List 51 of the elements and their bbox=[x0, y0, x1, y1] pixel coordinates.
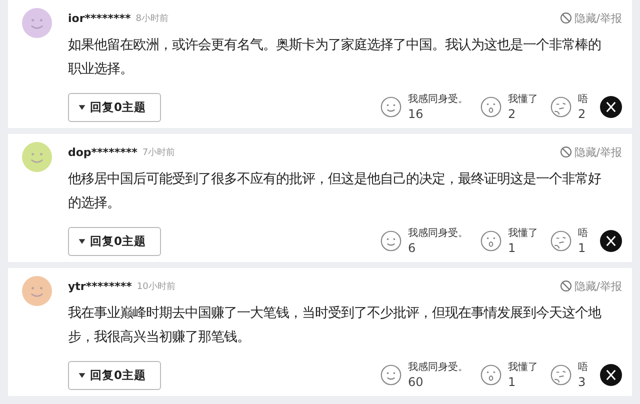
reaction-count: 16 bbox=[408, 107, 424, 122]
timestamp: 8小时前 bbox=[136, 12, 169, 24]
thinking-face-icon[interactable] bbox=[550, 230, 572, 252]
username: ytr******** bbox=[68, 280, 132, 292]
reaction-count: 1 bbox=[508, 375, 517, 390]
smile-face-icon[interactable] bbox=[380, 364, 402, 386]
surprised-face-icon[interactable] bbox=[480, 230, 502, 252]
thinking-face-icon[interactable] bbox=[550, 96, 572, 118]
hide-report-link[interactable]: 隐藏/举报 bbox=[574, 144, 622, 160]
caret-icon bbox=[78, 238, 86, 244]
reaction-count: 1 bbox=[508, 241, 517, 256]
reaction-label: 唔 bbox=[578, 227, 588, 241]
x-share-icon[interactable] bbox=[600, 230, 622, 252]
reaction-label: 我懂了 bbox=[508, 226, 538, 241]
reaction-count: 6 bbox=[408, 241, 417, 256]
x-share-icon[interactable] bbox=[600, 96, 622, 118]
block-icon[interactable] bbox=[560, 12, 572, 24]
reaction-label: 我感同身受。 bbox=[408, 360, 468, 375]
hide-report-link[interactable]: 隐藏/举报 bbox=[574, 278, 622, 294]
timestamp: 7小时前 bbox=[142, 146, 176, 158]
surprised-face-icon[interactable] bbox=[480, 96, 502, 118]
reaction-label: 我懂了 bbox=[508, 360, 538, 375]
surprised-face-icon[interactable] bbox=[480, 364, 502, 386]
x-share-icon[interactable] bbox=[600, 364, 622, 386]
reply-button[interactable]: 回复0主题 bbox=[68, 226, 162, 256]
reaction-count: 3 bbox=[578, 375, 587, 390]
reaction-label: 我感同身受。 bbox=[408, 226, 468, 241]
reaction-label: 我懂了 bbox=[508, 92, 538, 107]
reaction-label: 唔 bbox=[578, 93, 588, 107]
smile-face-icon[interactable] bbox=[380, 96, 402, 118]
timestamp: 10小时前 bbox=[136, 280, 176, 292]
reply-button[interactable]: 回复0主题 bbox=[68, 360, 162, 390]
reply-button[interactable]: 回复0主题 bbox=[68, 92, 162, 122]
block-icon[interactable] bbox=[560, 146, 572, 158]
reaction-count: 60 bbox=[408, 375, 424, 390]
caret-icon bbox=[78, 372, 86, 378]
username: ior******** bbox=[68, 12, 131, 24]
reaction-count: 1 bbox=[578, 241, 587, 256]
thinking-face-icon[interactable] bbox=[550, 364, 572, 386]
reaction-count: 2 bbox=[508, 107, 517, 122]
block-icon[interactable] bbox=[560, 280, 572, 292]
reaction-count: 2 bbox=[578, 107, 587, 122]
comment-text: 如果他留在欧洲，或许会更有名气。奥斯卡为了家庭选择了中国。我认为这也是一个非常棒的职业选择。 bbox=[68, 36, 602, 79]
reaction-label: 唔 bbox=[578, 361, 588, 375]
comment-text: 我在事业巅峰时期去中国赚了一大笔钱，当时受到了不少批评，但现在事情发展到今天这个地步，我很高兴当初赚了那笔钱。 bbox=[68, 304, 602, 347]
username: dop******** bbox=[68, 146, 138, 158]
hide-report-link[interactable]: 隐藏/举报 bbox=[574, 10, 622, 26]
reaction-label: 我感同身受。 bbox=[408, 92, 468, 107]
caret-icon bbox=[78, 104, 86, 110]
comment-text: 他移居中国后可能受到了很多不应有的批评，但这是他自己的决定，最终证明这是一个非常好的选择。 bbox=[68, 170, 602, 213]
smile-face-icon[interactable] bbox=[380, 230, 402, 252]
